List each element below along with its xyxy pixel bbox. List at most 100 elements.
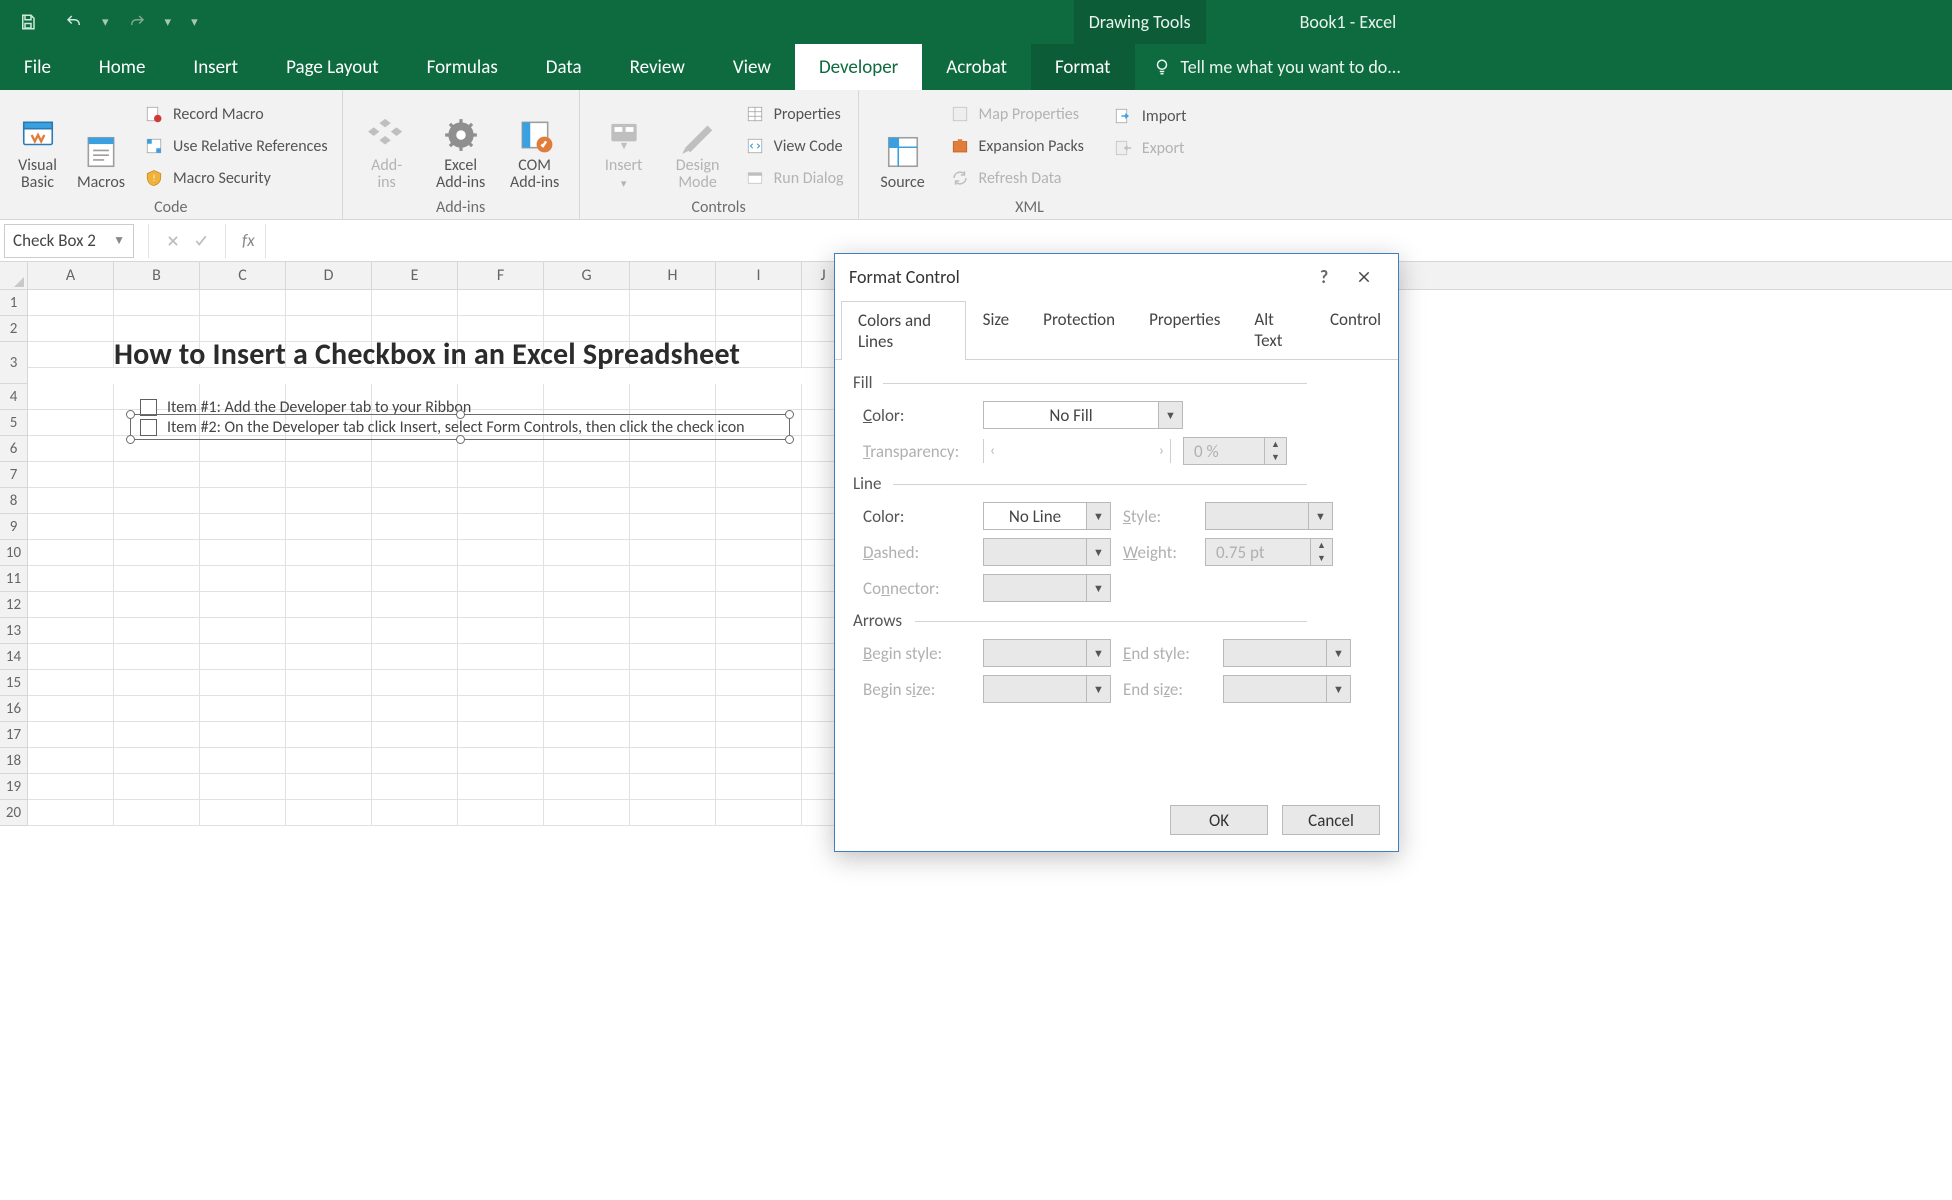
cell[interactable] xyxy=(372,592,458,618)
cell[interactable] xyxy=(200,410,286,436)
row-header[interactable]: 2 xyxy=(0,316,28,342)
cell[interactable] xyxy=(716,644,802,670)
cell[interactable] xyxy=(544,342,630,368)
cell[interactable] xyxy=(544,592,630,618)
line-color-combo[interactable]: No Line ▼ xyxy=(983,502,1111,530)
use-relative-references-button[interactable]: Use Relative References xyxy=(139,133,332,159)
cell[interactable] xyxy=(630,316,716,342)
cell[interactable] xyxy=(458,774,544,800)
cell[interactable] xyxy=(544,670,630,696)
cell[interactable] xyxy=(114,618,200,644)
cell[interactable] xyxy=(200,592,286,618)
cell[interactable] xyxy=(716,774,802,800)
cell[interactable] xyxy=(28,462,114,488)
row-header[interactable]: 7 xyxy=(0,462,28,488)
row-header[interactable]: 11 xyxy=(0,566,28,592)
map-properties-button[interactable]: Map Properties xyxy=(945,101,1088,127)
tab-page-layout[interactable]: Page Layout xyxy=(262,44,403,90)
cell[interactable] xyxy=(544,316,630,342)
cell[interactable] xyxy=(716,410,802,436)
cell[interactable] xyxy=(286,316,372,342)
undo-button[interactable] xyxy=(54,7,94,37)
row-header[interactable]: 14 xyxy=(0,644,28,670)
cell[interactable] xyxy=(200,774,286,800)
cell[interactable] xyxy=(716,462,802,488)
cell[interactable] xyxy=(200,488,286,514)
cell[interactable] xyxy=(544,618,630,644)
run-dialog-button[interactable]: Run Dialog xyxy=(740,165,848,191)
cell[interactable] xyxy=(114,774,200,800)
cell[interactable] xyxy=(286,514,372,540)
cell[interactable] xyxy=(28,384,114,410)
cell[interactable] xyxy=(716,488,802,514)
dialog-titlebar[interactable]: Format Control ? xyxy=(835,254,1398,300)
cell[interactable] xyxy=(458,592,544,618)
col-header[interactable]: A xyxy=(28,262,114,289)
addins-button[interactable]: Add-ins xyxy=(353,96,421,196)
tell-me-box[interactable]: Tell me what you want to do... xyxy=(1135,44,1419,90)
cell[interactable] xyxy=(716,748,802,774)
tab-developer[interactable]: Developer xyxy=(795,44,922,90)
cell[interactable] xyxy=(286,384,372,410)
cell[interactable] xyxy=(458,290,544,316)
cell[interactable] xyxy=(372,774,458,800)
cell[interactable] xyxy=(630,462,716,488)
cell[interactable] xyxy=(286,488,372,514)
cell[interactable] xyxy=(458,670,544,696)
cell[interactable] xyxy=(286,670,372,696)
cell[interactable] xyxy=(114,696,200,722)
row-header[interactable]: 12 xyxy=(0,592,28,618)
cell[interactable] xyxy=(458,644,544,670)
tab-acrobat[interactable]: Acrobat xyxy=(922,44,1031,90)
expansion-packs-button[interactable]: Expansion Packs xyxy=(945,133,1088,159)
dialog-tab-protection[interactable]: Protection xyxy=(1026,300,1132,359)
cell[interactable] xyxy=(286,592,372,618)
cell[interactable] xyxy=(544,696,630,722)
cell[interactable] xyxy=(544,748,630,774)
cell[interactable] xyxy=(716,618,802,644)
spreadsheet-grid[interactable]: A B C D E F G H I J 12345678910111213141… xyxy=(0,262,1952,1200)
fx-enter-button[interactable] xyxy=(187,227,215,255)
tab-review[interactable]: Review xyxy=(606,44,709,90)
col-header[interactable]: B xyxy=(114,262,200,289)
cancel-button[interactable]: Cancel xyxy=(1282,805,1380,835)
row-header[interactable]: 5 xyxy=(0,410,28,436)
cell[interactable] xyxy=(544,722,630,748)
row-header[interactable]: 6 xyxy=(0,436,28,462)
cell[interactable] xyxy=(458,800,544,826)
cell[interactable] xyxy=(372,410,458,436)
cell[interactable] xyxy=(114,384,200,410)
cell[interactable] xyxy=(458,316,544,342)
cell[interactable] xyxy=(28,488,114,514)
cell[interactable] xyxy=(28,514,114,540)
excel-addins-button[interactable]: ExcelAdd-ins xyxy=(427,96,495,196)
cell[interactable] xyxy=(372,644,458,670)
cell[interactable] xyxy=(286,748,372,774)
cell[interactable] xyxy=(372,488,458,514)
col-header[interactable]: D xyxy=(286,262,372,289)
cell[interactable] xyxy=(372,722,458,748)
ok-button[interactable]: OK xyxy=(1170,805,1268,835)
cell[interactable] xyxy=(28,722,114,748)
cell[interactable] xyxy=(630,696,716,722)
cell[interactable] xyxy=(630,540,716,566)
dialog-tab-control[interactable]: Control xyxy=(1313,300,1398,359)
cell[interactable] xyxy=(630,342,716,368)
col-header[interactable]: G xyxy=(544,262,630,289)
line-color-dropdown-icon[interactable]: ▼ xyxy=(1086,503,1110,529)
tab-insert[interactable]: Insert xyxy=(169,44,262,90)
col-header[interactable]: F xyxy=(458,262,544,289)
xml-import-button[interactable]: Import xyxy=(1108,103,1191,129)
dialog-tab-alt-text[interactable]: Alt Text xyxy=(1237,300,1313,359)
cell[interactable] xyxy=(200,800,286,826)
cell[interactable] xyxy=(458,566,544,592)
cell[interactable] xyxy=(286,800,372,826)
cell[interactable] xyxy=(286,540,372,566)
cell[interactable] xyxy=(28,540,114,566)
tab-format[interactable]: Format xyxy=(1031,44,1135,90)
cell[interactable] xyxy=(114,800,200,826)
cell[interactable] xyxy=(372,670,458,696)
cell[interactable] xyxy=(630,488,716,514)
row-header[interactable]: 10 xyxy=(0,540,28,566)
row-header[interactable]: 15 xyxy=(0,670,28,696)
